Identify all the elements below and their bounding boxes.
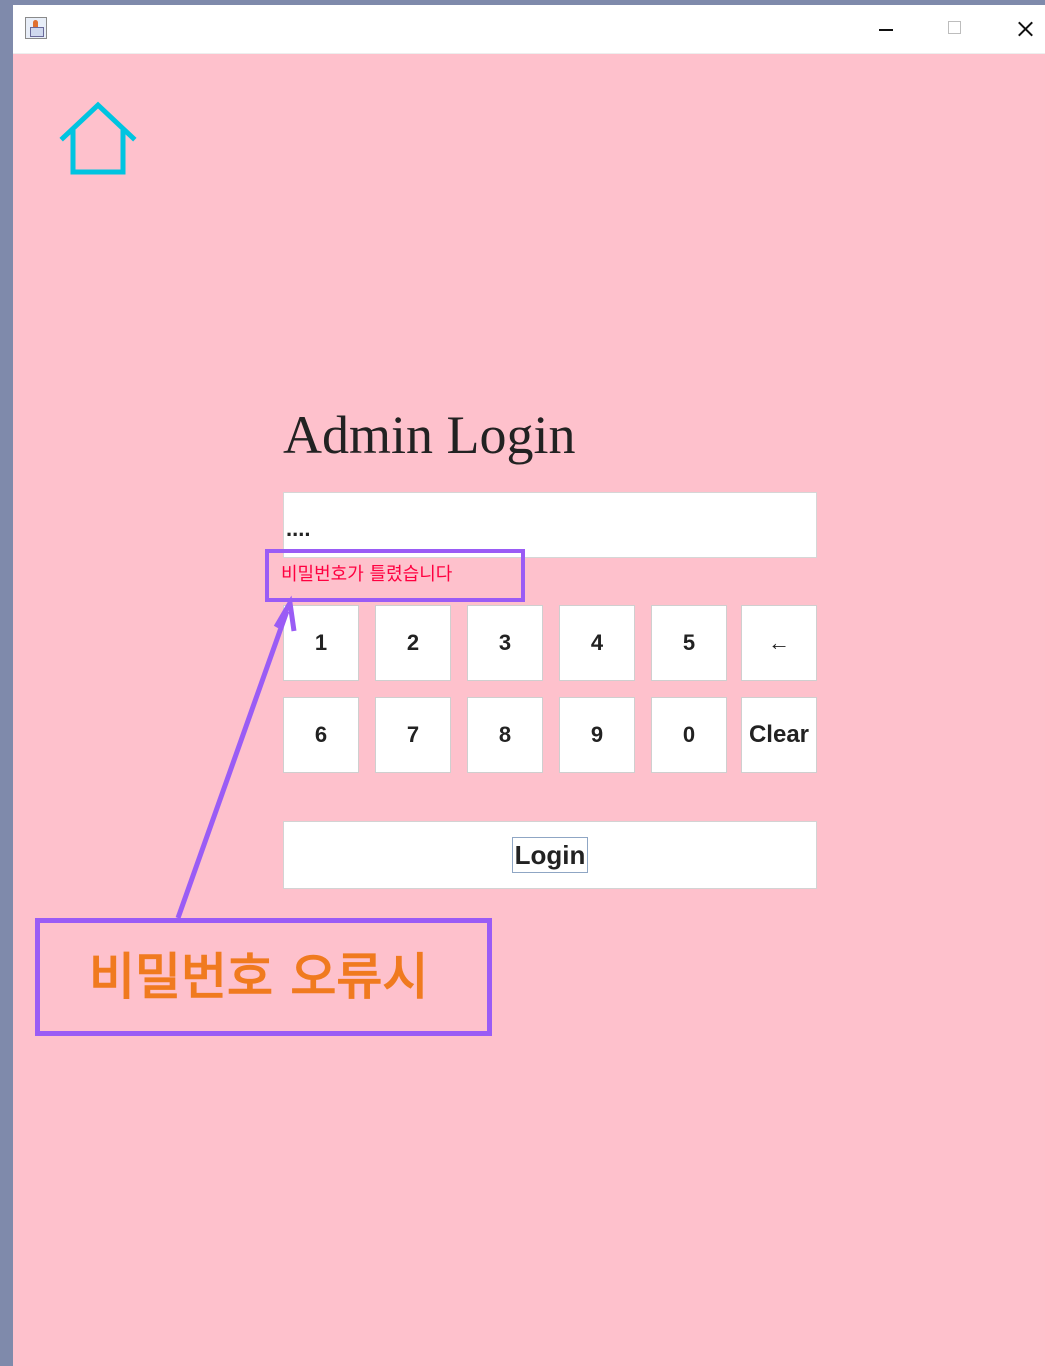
keypad: 1 2 3 4 5 ← 6 7 8 9 0 Clear <box>283 605 823 780</box>
app-window: Admin Login 비밀번호가 틀렸습니다 1 2 3 4 5 ← 6 7 … <box>13 5 1045 1366</box>
title-bar <box>13 5 1045 54</box>
key-6[interactable]: 6 <box>283 697 359 773</box>
key-8[interactable]: 8 <box>467 697 543 773</box>
key-9[interactable]: 9 <box>559 697 635 773</box>
error-highlight-box <box>265 549 525 602</box>
login-button[interactable]: Login <box>283 821 817 889</box>
key-5[interactable]: 5 <box>651 605 727 681</box>
callout-text: 비밀번호 오류시 <box>89 948 429 1006</box>
backspace-key[interactable]: ← <box>741 605 817 681</box>
login-button-label: Login <box>511 837 589 873</box>
key-2[interactable]: 2 <box>375 605 451 681</box>
page-title: Admin Login <box>283 405 576 465</box>
maximize-icon[interactable] <box>921 5 985 53</box>
minimize-icon[interactable] <box>852 5 916 53</box>
clear-key[interactable]: Clear <box>741 697 817 773</box>
java-app-icon <box>25 17 47 39</box>
house-icon[interactable] <box>57 100 139 176</box>
annotation-callout: 비밀번호 오류시 <box>35 918 492 1036</box>
key-4[interactable]: 4 <box>559 605 635 681</box>
key-1[interactable]: 1 <box>283 605 359 681</box>
key-0[interactable]: 0 <box>651 697 727 773</box>
key-3[interactable]: 3 <box>467 605 543 681</box>
key-7[interactable]: 7 <box>375 697 451 773</box>
close-icon[interactable] <box>988 5 1045 53</box>
